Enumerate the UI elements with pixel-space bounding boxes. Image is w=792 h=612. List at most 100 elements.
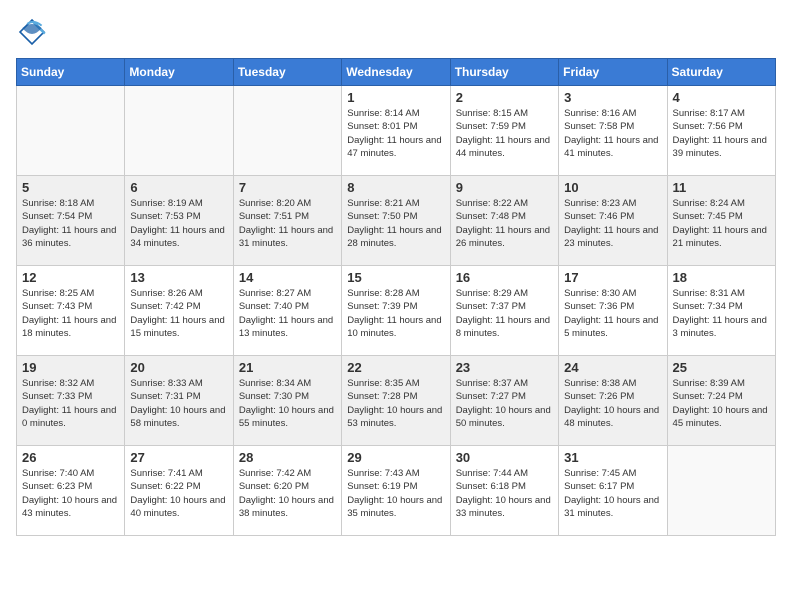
day-info: Sunrise: 8:16 AM Sunset: 7:58 PM Dayligh… [564,107,661,160]
day-info: Sunrise: 8:30 AM Sunset: 7:36 PM Dayligh… [564,287,661,340]
day-info: Sunrise: 8:23 AM Sunset: 7:46 PM Dayligh… [564,197,661,250]
day-number: 29 [347,450,444,465]
day-number: 1 [347,90,444,105]
day-info: Sunrise: 8:19 AM Sunset: 7:53 PM Dayligh… [130,197,227,250]
day-number: 26 [22,450,119,465]
calendar-cell: 5 Sunrise: 8:18 AM Sunset: 7:54 PM Daylig… [17,176,125,266]
day-info: Sunrise: 8:37 AM Sunset: 7:27 PM Dayligh… [456,377,553,430]
calendar-week-3: 12 Sunrise: 8:25 AM Sunset: 7:43 PM Dayli… [17,266,776,356]
calendar-cell: 19 Sunrise: 8:32 AM Sunset: 7:33 PM Dayli… [17,356,125,446]
day-info: Sunrise: 7:44 AM Sunset: 6:18 PM Dayligh… [456,467,553,520]
calendar-cell [233,86,341,176]
day-number: 30 [456,450,553,465]
day-info: Sunrise: 8:26 AM Sunset: 7:42 PM Dayligh… [130,287,227,340]
day-number: 14 [239,270,336,285]
day-info: Sunrise: 8:32 AM Sunset: 7:33 PM Dayligh… [22,377,119,430]
day-number: 5 [22,180,119,195]
day-number: 13 [130,270,227,285]
day-number: 19 [22,360,119,375]
calendar-cell: 8 Sunrise: 8:21 AM Sunset: 7:50 PM Daylig… [342,176,450,266]
day-number: 9 [456,180,553,195]
day-info: Sunrise: 8:33 AM Sunset: 7:31 PM Dayligh… [130,377,227,430]
day-number: 20 [130,360,227,375]
day-info: Sunrise: 8:38 AM Sunset: 7:26 PM Dayligh… [564,377,661,430]
calendar-cell: 20 Sunrise: 8:33 AM Sunset: 7:31 PM Dayli… [125,356,233,446]
day-header-thursday: Thursday [450,59,558,86]
day-info: Sunrise: 7:40 AM Sunset: 6:23 PM Dayligh… [22,467,119,520]
day-info: Sunrise: 7:42 AM Sunset: 6:20 PM Dayligh… [239,467,336,520]
day-info: Sunrise: 8:29 AM Sunset: 7:37 PM Dayligh… [456,287,553,340]
calendar-cell: 18Sunrise: 8:31 AM Sunset: 7:34 PM Dayli… [667,266,775,356]
day-number: 15 [347,270,444,285]
day-info: Sunrise: 8:18 AM Sunset: 7:54 PM Dayligh… [22,197,119,250]
calendar-table: SundayMondayTuesdayWednesdayThursdayFrid… [16,58,776,536]
logo [16,16,52,48]
day-header-tuesday: Tuesday [233,59,341,86]
calendar-cell: 12 Sunrise: 8:25 AM Sunset: 7:43 PM Dayli… [17,266,125,356]
day-number: 6 [130,180,227,195]
calendar-cell: 13 Sunrise: 8:26 AM Sunset: 7:42 PM Dayli… [125,266,233,356]
day-info: Sunrise: 8:24 AM Sunset: 7:45 PM Dayligh… [673,197,770,250]
day-info: Sunrise: 8:34 AM Sunset: 7:30 PM Dayligh… [239,377,336,430]
calendar-cell: 6 Sunrise: 8:19 AM Sunset: 7:53 PM Daylig… [125,176,233,266]
day-number: 25 [673,360,770,375]
day-info: Sunrise: 8:17 AM Sunset: 7:56 PM Dayligh… [673,107,770,160]
day-number: 18 [673,270,770,285]
day-number: 31 [564,450,661,465]
day-number: 4 [673,90,770,105]
calendar-cell [17,86,125,176]
calendar-cell: 3 Sunrise: 8:16 AM Sunset: 7:58 PM Daylig… [559,86,667,176]
calendar-cell [125,86,233,176]
calendar-week-4: 19 Sunrise: 8:32 AM Sunset: 7:33 PM Dayli… [17,356,776,446]
day-info: Sunrise: 8:39 AM Sunset: 7:24 PM Dayligh… [673,377,770,430]
day-number: 16 [456,270,553,285]
day-number: 10 [564,180,661,195]
day-number: 11 [673,180,770,195]
calendar-cell: 4 Sunrise: 8:17 AM Sunset: 7:56 PM Daylig… [667,86,775,176]
calendar-week-5: 26 Sunrise: 7:40 AM Sunset: 6:23 PM Dayli… [17,446,776,536]
day-info: Sunrise: 7:45 AM Sunset: 6:17 PM Dayligh… [564,467,661,520]
day-header-friday: Friday [559,59,667,86]
calendar-cell: 24 Sunrise: 8:38 AM Sunset: 7:26 PM Dayli… [559,356,667,446]
calendar-header-row: SundayMondayTuesdayWednesdayThursdayFrid… [17,59,776,86]
calendar-cell: 22Sunrise: 8:35 AM Sunset: 7:28 PM Dayli… [342,356,450,446]
day-number: 8 [347,180,444,195]
calendar-cell: 11 Sunrise: 8:24 AM Sunset: 7:45 PM Dayli… [667,176,775,266]
day-info: Sunrise: 8:21 AM Sunset: 7:50 PM Dayligh… [347,197,444,250]
calendar-body: 1 Sunrise: 8:14 AM Sunset: 8:01 PM Daylig… [17,86,776,536]
calendar-cell: 30 Sunrise: 7:44 AM Sunset: 6:18 PM Dayli… [450,446,558,536]
calendar-cell: 23Sunrise: 8:37 AM Sunset: 7:27 PM Dayli… [450,356,558,446]
calendar-cell: 26 Sunrise: 7:40 AM Sunset: 6:23 PM Dayli… [17,446,125,536]
day-info: Sunrise: 8:20 AM Sunset: 7:51 PM Dayligh… [239,197,336,250]
calendar-week-2: 5 Sunrise: 8:18 AM Sunset: 7:54 PM Daylig… [17,176,776,266]
calendar-cell: 16 Sunrise: 8:29 AM Sunset: 7:37 PM Dayli… [450,266,558,356]
day-info: Sunrise: 8:22 AM Sunset: 7:48 PM Dayligh… [456,197,553,250]
day-number: 3 [564,90,661,105]
calendar-cell: 21Sunrise: 8:34 AM Sunset: 7:30 PM Dayli… [233,356,341,446]
day-header-sunday: Sunday [17,59,125,86]
calendar-cell: 1 Sunrise: 8:14 AM Sunset: 8:01 PM Daylig… [342,86,450,176]
day-number: 28 [239,450,336,465]
day-info: Sunrise: 8:15 AM Sunset: 7:59 PM Dayligh… [456,107,553,160]
day-header-wednesday: Wednesday [342,59,450,86]
day-info: Sunrise: 7:43 AM Sunset: 6:19 PM Dayligh… [347,467,444,520]
day-info: Sunrise: 8:27 AM Sunset: 7:40 PM Dayligh… [239,287,336,340]
page-header [16,16,776,48]
calendar-cell: 7 Sunrise: 8:20 AM Sunset: 7:51 PM Daylig… [233,176,341,266]
calendar-cell: 28 Sunrise: 7:42 AM Sunset: 6:20 PM Dayli… [233,446,341,536]
day-info: Sunrise: 8:14 AM Sunset: 8:01 PM Dayligh… [347,107,444,160]
day-number: 7 [239,180,336,195]
day-info: Sunrise: 8:28 AM Sunset: 7:39 PM Dayligh… [347,287,444,340]
day-number: 12 [22,270,119,285]
day-number: 27 [130,450,227,465]
day-info: Sunrise: 7:41 AM Sunset: 6:22 PM Dayligh… [130,467,227,520]
day-header-saturday: Saturday [667,59,775,86]
day-info: Sunrise: 8:25 AM Sunset: 7:43 PM Dayligh… [22,287,119,340]
day-number: 24 [564,360,661,375]
day-header-monday: Monday [125,59,233,86]
calendar-cell: 2Sunrise: 8:15 AM Sunset: 7:59 PM Daylig… [450,86,558,176]
calendar-cell: 9 Sunrise: 8:22 AM Sunset: 7:48 PM Daylig… [450,176,558,266]
logo-icon [16,16,48,48]
day-number: 17 [564,270,661,285]
calendar-cell: 10 Sunrise: 8:23 AM Sunset: 7:46 PM Dayli… [559,176,667,266]
